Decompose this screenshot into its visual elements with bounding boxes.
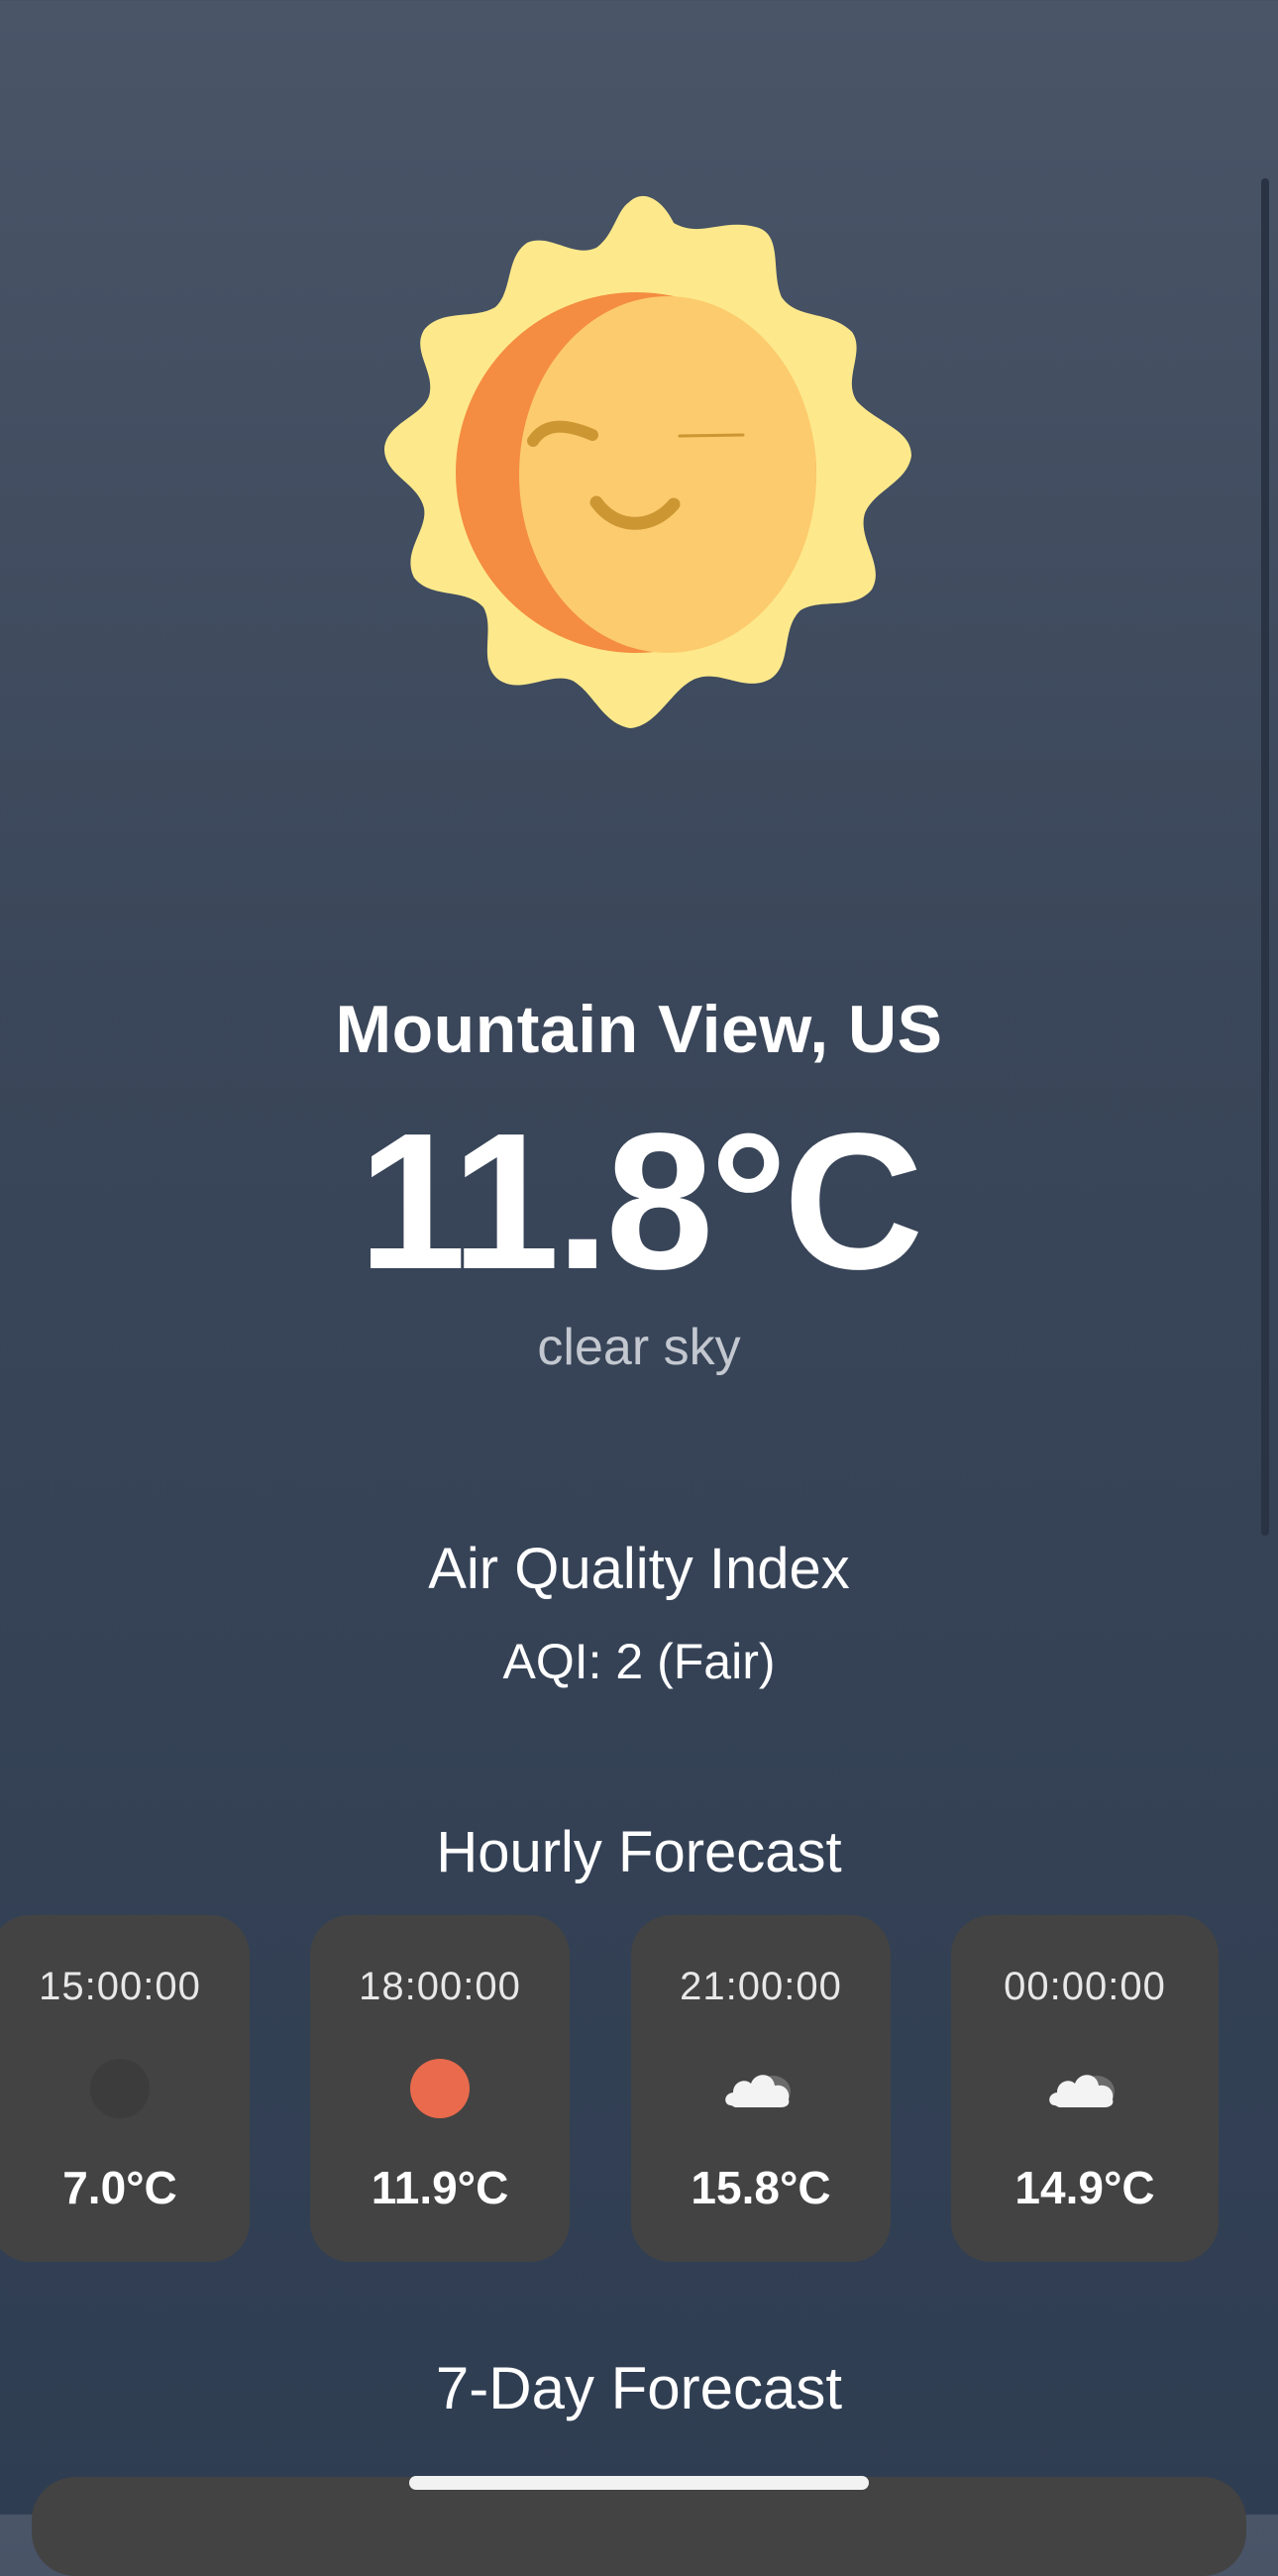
hourly-card[interactable]: 00:00:00 14.9°C <box>951 1915 1219 2262</box>
weather-description: clear sky <box>537 1319 741 1376</box>
hourly-temp: 7.0°C <box>62 2162 177 2213</box>
hourly-card[interactable]: 21:00:00 15.8°C <box>631 1915 891 2262</box>
air-quality-value: AQI: 2 (Fair) <box>502 1634 776 1689</box>
hourly-temp: 15.8°C <box>691 2162 831 2213</box>
hourly-time: 18:00:00 <box>359 1965 521 2008</box>
hourly-temp: 11.9°C <box>371 2162 509 2213</box>
hourly-time: 21:00:00 <box>680 1965 842 2008</box>
hourly-card[interactable]: 18:00:00 11.9°C <box>310 1915 570 2262</box>
air-quality-title: Air Quality Index <box>428 1537 850 1601</box>
hourly-forecast-list[interactable]: 15:00:00 7.0°C 18:00:00 11.9°C 21:00:00 … <box>0 1915 1278 2262</box>
weekly-forecast-title: 7-Day Forecast <box>435 2355 843 2421</box>
cloud-icon <box>721 2054 800 2123</box>
weekly-forecast-panel[interactable] <box>32 2477 1246 2576</box>
hourly-card[interactable]: 15:00:00 7.0°C <box>0 1915 250 2262</box>
location-name: Mountain View, US <box>335 992 943 1067</box>
dark-circle-icon <box>80 2054 160 2123</box>
current-temperature: 11.8°C <box>358 1093 924 1310</box>
hourly-temp: 14.9°C <box>1014 2162 1155 2213</box>
smiling-sun-icon <box>357 193 921 758</box>
hourly-time: 15:00:00 <box>39 1965 201 2008</box>
sun-dot-icon <box>400 2054 479 2123</box>
hourly-forecast-title: Hourly Forecast <box>436 1820 842 1884</box>
hourly-time: 00:00:00 <box>1004 1965 1166 2008</box>
cloud-icon <box>1045 2054 1124 2123</box>
home-indicator[interactable] <box>409 2476 869 2490</box>
